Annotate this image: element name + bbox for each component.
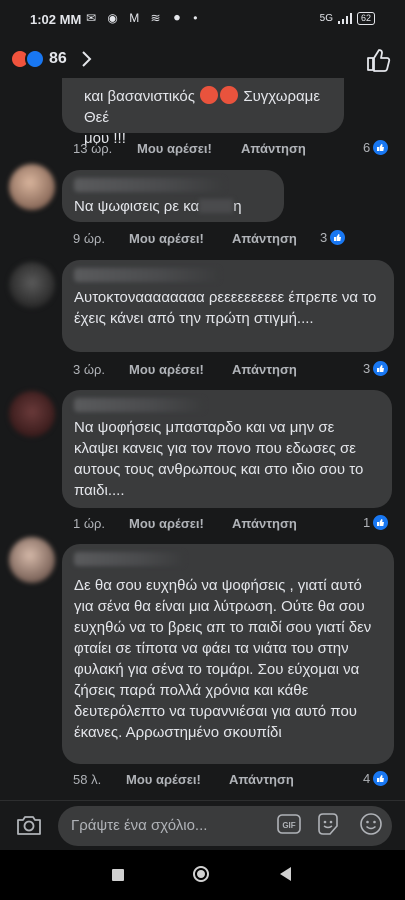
author-name[interactable] [74, 398, 204, 412]
comment-text: και βασανιστικός [84, 88, 195, 105]
svg-text:GIF: GIF [282, 821, 295, 830]
like-comment-button[interactable]: Μου αρέσει! [129, 231, 204, 246]
comment-bubble: Αυτοκτοναααααααα ρεεεεεεεεεε έπρεπε να τ… [62, 260, 394, 352]
avatar[interactable] [9, 164, 55, 210]
like-comment-button[interactable]: Μου αρέσει! [129, 362, 204, 377]
author-name[interactable] [74, 178, 224, 192]
comment-time: 58 λ. [73, 772, 102, 787]
network-label: 5G [319, 13, 333, 24]
camera-icon[interactable] [16, 813, 42, 837]
like-count-value: 3 [320, 230, 328, 245]
home-icon[interactable] [193, 866, 209, 882]
like-badge-icon [373, 771, 389, 786]
comment-text: η [233, 198, 242, 215]
avatar[interactable] [9, 262, 55, 308]
comment-text: Να ψοφήσεις μπασταρδο και να μην σε κλαψ… [74, 419, 364, 499]
status-right: 5G 62 [320, 12, 375, 25]
comment-like-count[interactable]: 1 [363, 515, 389, 530]
like-badge-icon [330, 230, 346, 245]
comment-time: 13 ώρ. [73, 141, 113, 156]
comment-time: 1 ώρ. [73, 516, 105, 531]
like-comment-button[interactable]: Μου αρέσει! [126, 772, 201, 787]
angry-emoji-icon [200, 86, 219, 104]
like-comment-button[interactable]: Μου αρέσει! [129, 516, 204, 531]
battery-indicator: 62 [356, 12, 375, 25]
reaction-count[interactable]: 86 [49, 50, 67, 68]
chevron-right-icon[interactable] [77, 50, 95, 68]
comment-bubble: Δε θα σου ευχηθώ να ψοφήσεις , γιατί αυτ… [62, 544, 394, 764]
signal-icon [337, 13, 352, 24]
gif-icon[interactable]: GIF [277, 813, 301, 835]
comment-bubble: Να ψοφήσεις μπασταρδο και να μην σε κλαψ… [62, 390, 392, 508]
avatar[interactable] [9, 391, 55, 437]
angry-emoji-icon [220, 86, 239, 104]
like-count-value: 6 [363, 140, 371, 155]
avatar[interactable] [9, 537, 55, 583]
status-time: 1:02 ΜΜ [30, 12, 82, 27]
comment-input-placeholder: Γράψτε ένα σχόλιο... [71, 817, 208, 834]
sticker-icon[interactable] [316, 812, 340, 836]
like-reaction-icon [25, 49, 45, 69]
comment-like-count[interactable]: 6 [363, 140, 389, 155]
thumbs-up-icon[interactable] [365, 47, 391, 73]
comment-like-count[interactable]: 3 [320, 230, 346, 245]
comment-text: Αυτοκτοναααααααα ρεεεεεεεεεε έπρεπε να τ… [74, 289, 377, 327]
like-badge-icon [373, 515, 389, 530]
comment-bubble: και βασανιστικός Συγχωραμε Θεέ μου !!! [62, 78, 344, 147]
comment-bubble: Να ψωφισεις ρε κα η [62, 170, 284, 222]
notification-icons: ✉ ◉ M ≋ ⚫ • [86, 11, 202, 25]
comment-text: Να ψωφισεις ρε κα [74, 198, 200, 215]
status-bar: 1:02 ΜΜ ✉ ◉ M ≋ ⚫ • 5G 62 [0, 0, 405, 40]
emoji-icon[interactable] [359, 812, 383, 836]
comment-time: 3 ώρ. [73, 362, 105, 377]
reply-button[interactable]: Απάντηση [232, 516, 297, 531]
comment-like-count[interactable]: 3 [363, 361, 389, 376]
like-badge-icon [373, 140, 389, 155]
author-name[interactable] [74, 552, 184, 566]
like-count-value: 3 [363, 361, 371, 376]
recent-apps-icon[interactable] [112, 869, 124, 881]
like-count-value: 1 [363, 515, 371, 530]
comment-like-count[interactable]: 4 [363, 771, 389, 786]
back-icon[interactable] [280, 867, 291, 881]
reply-button[interactable]: Απάντηση [232, 362, 297, 377]
like-count-value: 4 [363, 771, 371, 786]
like-comment-button[interactable]: Μου αρέσει! [137, 141, 212, 156]
reply-button[interactable]: Απάντηση [232, 231, 297, 246]
reply-button[interactable]: Απάντηση [241, 141, 306, 156]
comment-text: Δε θα σου ευχηθώ να ψοφήσεις , γιατί αυτ… [74, 577, 372, 741]
blurred-text [199, 199, 234, 213]
reply-button[interactable]: Απάντηση [229, 772, 294, 787]
like-badge-icon [373, 361, 389, 376]
author-name[interactable] [74, 268, 219, 282]
comment-time: 9 ώρ. [73, 231, 105, 246]
